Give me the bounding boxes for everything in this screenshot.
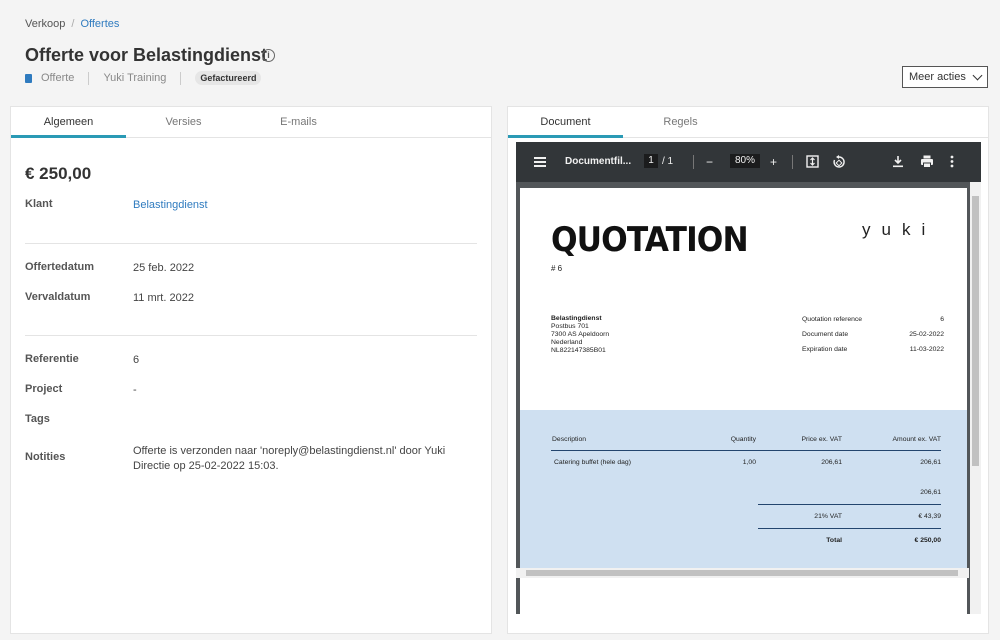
toolbar-divider	[792, 155, 793, 169]
line-price: 206,61	[821, 459, 842, 466]
zoom-level-input[interactable]: 80%	[730, 154, 760, 168]
address-line: 7300 AS Apeldoorn	[551, 331, 610, 338]
more-actions-label: Meer acties	[909, 71, 966, 83]
vervaldatum-value: 11 mrt. 2022	[133, 292, 194, 304]
ref-value: 6	[940, 316, 944, 323]
scrollbar-thumb[interactable]	[972, 196, 979, 466]
document-meta: Offerte Yuki Training Gefactureerd	[25, 71, 262, 85]
project-value: -	[133, 384, 137, 396]
offertedatum-label: Offertedatum	[25, 261, 95, 273]
tab-algemeen[interactable]: Algemeen	[11, 107, 126, 138]
document-card: Document Regels Documentfil... 1 / 1 − 8…	[507, 106, 989, 634]
pdf-document-title: Documentfil...	[565, 156, 632, 167]
document-tabs: Document Regels	[508, 107, 988, 138]
quotation-heading: QUOTATION	[551, 220, 749, 260]
meta-company: Yuki Training	[103, 72, 167, 84]
section-divider	[25, 335, 477, 336]
vertical-scrollbar[interactable]	[970, 182, 981, 614]
document-icon	[25, 73, 32, 83]
klant-label: Klant	[25, 198, 53, 210]
tab-e-mails[interactable]: E-mails	[241, 107, 356, 137]
subtotal-rule	[758, 504, 941, 505]
quote-amount: € 250,00	[25, 164, 92, 183]
more-actions-button[interactable]: Meer acties	[902, 66, 988, 88]
column-header: Price ex. VAT	[801, 436, 842, 443]
chevron-down-icon	[972, 70, 983, 80]
subtotal-value: 206,61	[920, 489, 941, 496]
zoom-out-icon[interactable]: −	[706, 155, 713, 169]
tab-document[interactable]: Document	[508, 107, 623, 138]
line-quantity: 1,00	[742, 459, 756, 466]
breadcrumb: Verkoop / Offertes	[25, 18, 119, 30]
fit-page-icon[interactable]	[806, 155, 819, 171]
pdf-page: QUOTATION # 6 yuki Belastingdienst Postb…	[520, 188, 967, 614]
ref-label: Document date	[802, 331, 849, 338]
pdf-toolbar: Documentfil... 1 / 1 − 80% +	[516, 142, 981, 182]
ref-value: 11-03-2022	[909, 346, 944, 353]
offertedatum-value: 25 feb. 2022	[133, 262, 195, 274]
breadcrumb-separator: /	[71, 18, 75, 30]
ref-row: Expiration date 11-03-2022	[802, 346, 944, 353]
section-divider	[25, 243, 477, 244]
table-header-rule	[551, 450, 941, 451]
info-icon[interactable]: i	[262, 49, 275, 62]
quotation-number: # 6	[551, 264, 563, 273]
line-amount: 206,61	[920, 459, 941, 466]
download-icon[interactable]	[892, 155, 904, 171]
column-header: Quantity	[730, 436, 756, 443]
vat-value: € 43,39	[918, 513, 941, 520]
referentie-label: Referentie	[25, 353, 79, 365]
toolbar-divider	[693, 155, 694, 169]
meta-divider	[180, 71, 182, 85]
address-line: Belastingdienst	[551, 315, 602, 322]
page-total: / 1	[662, 156, 674, 167]
breadcrumb-offertes-link[interactable]: Offertes	[80, 18, 119, 30]
ref-row: Quotation reference 6	[802, 316, 944, 323]
page-title: Offerte voor Belastingdienst	[25, 45, 268, 65]
meta-type: Offerte	[41, 72, 75, 84]
menu-icon[interactable]	[534, 157, 546, 167]
more-options-icon[interactable]	[950, 155, 954, 171]
scrollbar-thumb[interactable]	[526, 570, 958, 576]
total-label: Total	[826, 537, 842, 544]
total-rule	[758, 528, 941, 529]
line-description: Catering buffet (hele dag)	[554, 459, 631, 466]
customer-address: Belastingdienst Postbus 701 7300 AS Apel…	[551, 315, 609, 355]
column-header: Description	[552, 436, 586, 443]
total-value: € 250,00	[914, 537, 941, 544]
ref-label: Quotation reference	[802, 316, 863, 323]
tags-label: Tags	[25, 413, 50, 425]
ref-label: Expiration date	[802, 346, 848, 353]
status-badge: Gefactureerd	[195, 71, 262, 85]
details-tabs: Algemeen Versies E-mails	[11, 107, 491, 138]
ref-value: 25-02-2022	[909, 331, 944, 338]
klant-link[interactable]: Belastingdienst	[133, 198, 478, 213]
horizontal-scrollbar[interactable]	[516, 568, 969, 578]
page-number-input[interactable]: 1	[644, 154, 658, 168]
vat-label: 21% VAT	[814, 513, 842, 520]
address-line: Postbus 701	[551, 323, 589, 330]
notities-value: Offerte is verzonden naar 'noreply@belas…	[133, 445, 446, 472]
tab-regels[interactable]: Regels	[623, 107, 738, 137]
rotate-icon[interactable]	[832, 155, 846, 172]
column-header: Amount ex. VAT	[892, 436, 941, 443]
address-line: NL822147385B01	[551, 347, 606, 354]
referentie-value: 6	[133, 354, 140, 366]
meta-divider	[88, 71, 90, 85]
zoom-in-icon[interactable]: +	[770, 155, 777, 169]
print-icon[interactable]	[920, 155, 934, 171]
vervaldatum-label: Vervaldatum	[25, 291, 91, 303]
details-card: Algemeen Versies E-mails € 250,00 Klant …	[10, 106, 492, 634]
ref-row: Document date 25-02-2022	[802, 331, 944, 338]
yuki-logo: yuki	[862, 220, 937, 239]
line-items-section: Description Quantity Price ex. VAT Amoun…	[520, 410, 967, 577]
pdf-viewer: Documentfil... 1 / 1 − 80% + QUOTATION #…	[516, 142, 981, 614]
notities-label: Notities	[25, 451, 66, 463]
project-label: Project	[25, 383, 63, 395]
address-line: Nederland	[551, 339, 583, 346]
tab-versies[interactable]: Versies	[126, 107, 241, 137]
breadcrumb-root[interactable]: Verkoop	[25, 18, 65, 30]
